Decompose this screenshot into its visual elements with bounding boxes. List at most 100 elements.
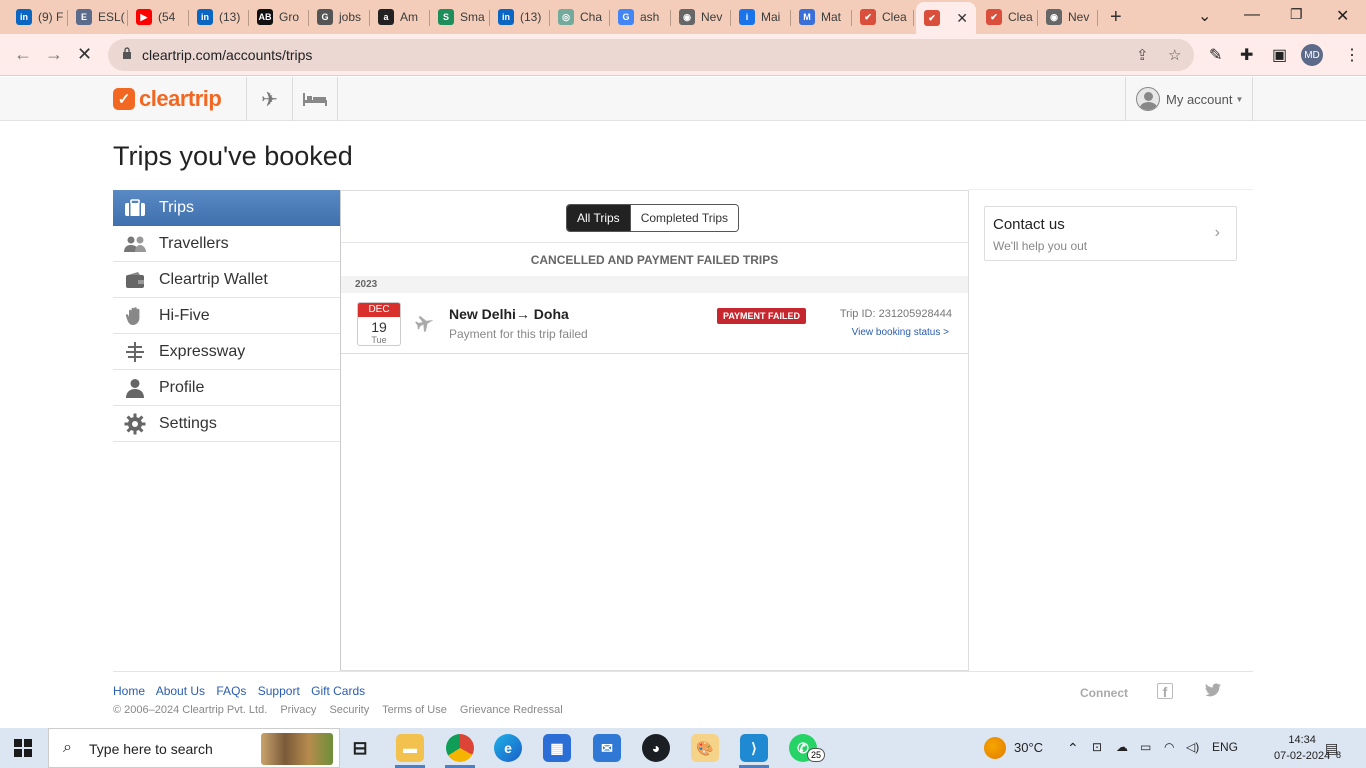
restore-button[interactable]: ❐ — [1290, 6, 1303, 23]
browser-tab-label: (54 — [158, 10, 176, 24]
browser-tab[interactable]: S Sma — [430, 4, 490, 30]
browser-tab[interactable]: in (9) F — [8, 4, 68, 30]
browser-tab[interactable]: Gjobs — [309, 4, 370, 30]
stop-loading-button[interactable]: ✕ — [77, 44, 92, 65]
footer-link-faqs[interactable]: FAQs — [216, 684, 246, 698]
github-icon[interactable]: ◕ — [642, 734, 670, 762]
browser-tab[interactable]: ◎ Cha — [550, 4, 610, 30]
browser-tab[interactable]: in (13) — [490, 4, 550, 30]
store-icon[interactable]: ▦ — [543, 734, 571, 762]
pen-icon[interactable]: ✎ — [1209, 45, 1222, 65]
browser-tab-label: Cha — [580, 10, 603, 24]
vscode-icon[interactable]: ⟩ — [740, 734, 768, 762]
browser-tab[interactable]: ◉ Nev — [1038, 4, 1098, 30]
site-header: ✓ cleartrip ✈ My account ▼ — [0, 77, 1366, 121]
taskbar-clock[interactable]: 14:34 07-02-2024 — [1274, 732, 1330, 764]
trip-id: Trip ID: 231205928444 — [839, 308, 952, 320]
meet-now-icon[interactable]: ⊡ — [1092, 740, 1102, 754]
all-trips-tab[interactable]: All Trips — [567, 205, 630, 231]
mail-icon[interactable]: ✉ — [593, 734, 621, 762]
browser-tab[interactable]: E ESL( — [68, 4, 128, 30]
close-tab-icon[interactable]: ✕ — [956, 10, 968, 27]
address-bar[interactable]: cleartrip.com/accounts/trips ⇪ ☆ — [108, 39, 1194, 71]
browser-tab-strip: in (9) F E ESL(▶ (54 in (13) AB Gro Gjobs a Am S Sma i… — [0, 0, 1366, 34]
browser-tab[interactable]: ✔ Clea — [978, 4, 1038, 30]
share-icon[interactable]: ⇪ — [1136, 46, 1149, 64]
back-button[interactable]: ← — [14, 44, 32, 65]
browser-menu-icon[interactable]: ⋮ — [1344, 45, 1360, 65]
sidebar-item-travellers[interactable]: Travellers — [113, 226, 340, 262]
contact-us-card[interactable]: Contact us We'll help you out › — [984, 206, 1237, 261]
windows-start-button[interactable] — [14, 739, 32, 757]
footer-link-support[interactable]: Support — [258, 684, 300, 698]
browser-tab[interactable]: ✔ ✕ — [916, 2, 976, 34]
forward-button[interactable]: → — [45, 44, 63, 65]
sidebar-item-expressway[interactable]: Expressway — [113, 334, 340, 370]
browser-tab[interactable]: Gash — [610, 4, 671, 30]
sidebar-item-profile[interactable]: Profile — [113, 370, 340, 406]
hotels-nav-icon[interactable] — [292, 77, 338, 121]
browser-tab[interactable]: in (13) — [189, 4, 249, 30]
browser-tab[interactable]: a Am — [370, 4, 430, 30]
bookmark-star-icon[interactable]: ☆ — [1168, 46, 1181, 64]
footer-link-gift-cards[interactable]: Gift Cards — [311, 684, 365, 698]
page-title: Trips you've booked — [113, 141, 353, 171]
weather-icon[interactable] — [984, 737, 1006, 759]
browser-tab-label: Clea — [1008, 10, 1033, 24]
sidebar-item-settings[interactable]: Settings — [113, 406, 340, 442]
battery-icon[interactable]: ▭ — [1140, 740, 1151, 754]
clock-time: 14:34 — [1288, 734, 1316, 746]
browser-tab[interactable]: ▶ (54 — [128, 4, 189, 30]
cleartrip-icon: ✔ — [924, 10, 940, 26]
cleartrip-logo[interactable]: ✓ cleartrip — [113, 86, 222, 112]
browser-tab-label: (9) F — [38, 10, 64, 24]
flights-nav-icon[interactable]: ✈ — [246, 77, 292, 121]
new-tab-button[interactable]: + — [1110, 6, 1122, 29]
sidebar-item-hi-five[interactable]: Hi-Five — [113, 298, 340, 334]
sidebar-item-trips[interactable]: Trips — [113, 190, 340, 226]
completed-trips-tab[interactable]: Completed Trips — [629, 205, 739, 231]
weather-temp[interactable]: 30°C — [1014, 740, 1043, 755]
view-booking-status-link[interactable]: View booking status > — [852, 327, 949, 338]
browser-tab[interactable]: ◉ Nev — [671, 4, 731, 30]
close-window-button[interactable]: ✕ — [1336, 6, 1349, 26]
browser-tab[interactable]: ✔ Clea — [852, 4, 914, 30]
account-sidebar: Trips Travellers Cleartrip Wallet Hi-Fiv… — [113, 190, 340, 442]
chrome-icon[interactable] — [446, 734, 474, 762]
url-text: cleartrip.com/accounts/trips — [142, 47, 313, 63]
footer-link-grievance[interactable]: Grievance Redressal — [460, 704, 563, 716]
footer-link-terms[interactable]: Terms of Use — [382, 704, 447, 716]
whatsapp-badge: 25 — [807, 748, 825, 762]
twitter-icon[interactable] — [1205, 683, 1221, 699]
browser-tab[interactable]: AB Gro — [249, 4, 309, 30]
edge-icon[interactable]: e — [494, 734, 522, 762]
side-panel-icon[interactable]: ▣ — [1272, 45, 1287, 65]
sidebar-item-wallet[interactable]: Cleartrip Wallet — [113, 262, 340, 298]
task-view-icon[interactable]: ⊟ — [346, 734, 374, 762]
cloud-off-icon[interactable]: ☁ — [1116, 740, 1128, 754]
paint-icon[interactable]: 🎨 — [691, 734, 719, 762]
trip-route: New Delhi→ Doha — [449, 306, 569, 322]
minimize-button[interactable]: — — [1244, 6, 1260, 24]
windows-taskbar: ⌕ Type here to search ⊟ ▬ e ▦ ✉ ◕ 🎨 ⟩ ✆ … — [0, 728, 1366, 768]
browser-tab[interactable]: i Mai — [731, 4, 791, 30]
extensions-icon[interactable]: ✚ — [1240, 45, 1253, 65]
file-explorer-icon[interactable]: ▬ — [396, 734, 424, 762]
facebook-icon[interactable]: f — [1157, 683, 1173, 700]
footer-link-about[interactable]: About Us — [156, 684, 205, 698]
language-indicator[interactable]: ENG — [1212, 740, 1238, 754]
trip-row[interactable]: DEC 19 Tue New Delhi→ Doha Payment for t… — [341, 293, 968, 354]
footer-link-security[interactable]: Security — [329, 704, 369, 716]
status-badge: PAYMENT FAILED — [717, 308, 807, 324]
profile-avatar[interactable]: MD — [1301, 44, 1323, 66]
tab-search-icon[interactable]: ⌄ — [1198, 6, 1211, 26]
footer-link-privacy[interactable]: Privacy — [280, 704, 316, 716]
chevron-up-icon[interactable]: ⌃ — [1067, 740, 1079, 757]
my-account-menu[interactable]: My account ▼ — [1125, 77, 1253, 121]
right-column-divider — [969, 189, 1253, 190]
volume-icon[interactable]: ◁) — [1186, 740, 1199, 754]
wifi-icon[interactable]: ◠ — [1164, 740, 1174, 754]
footer-link-home[interactable]: Home — [113, 684, 145, 698]
taskbar-search[interactable]: ⌕ Type here to search — [48, 728, 340, 768]
browser-tab[interactable]: M Mat — [791, 4, 852, 30]
